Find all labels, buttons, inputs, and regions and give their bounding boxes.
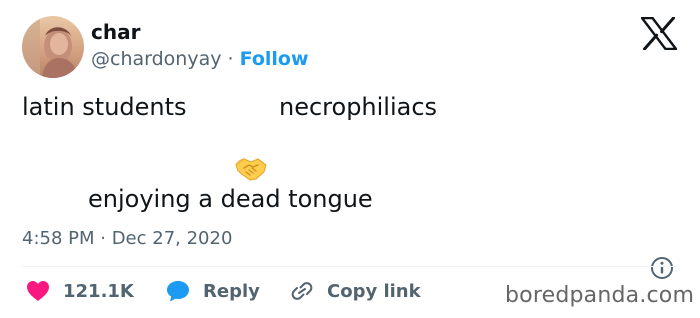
tweet-card: char @chardonyay · Follow latin students…	[0, 0, 700, 318]
link-icon	[291, 282, 313, 300]
tweet-timestamp[interactable]: 4:58 PM · Dec 27, 2020	[22, 228, 232, 250]
info-icon[interactable]	[650, 256, 674, 280]
copy-link-label: Copy link	[327, 280, 421, 302]
author-display-name[interactable]: char	[91, 20, 140, 44]
watermark-text: boredpanda.com	[505, 283, 695, 308]
handle-separator: ·	[227, 48, 234, 70]
right-label-text: necrophiliacs	[279, 93, 438, 121]
reply-button[interactable]: Reply	[166, 279, 260, 303]
caption-text: enjoying a dead tongue	[88, 185, 373, 213]
reply-label: Reply	[203, 280, 260, 302]
left-label-text: latin students	[22, 93, 187, 121]
author-handle-row: @chardonyay · Follow	[91, 47, 309, 71]
like-count: 121.1K	[63, 280, 134, 302]
avatar-image	[22, 16, 84, 78]
follow-button[interactable]: Follow	[240, 48, 309, 70]
divider	[22, 266, 678, 267]
like-button[interactable]: 121.1K	[26, 279, 134, 303]
author-handle[interactable]: @chardonyay	[91, 48, 221, 70]
avatar[interactable]	[22, 16, 84, 78]
x-logo-icon[interactable]	[640, 16, 678, 51]
heart-icon	[27, 281, 49, 301]
handshake-icon	[234, 156, 268, 182]
copy-link-button[interactable]: Copy link	[290, 279, 421, 303]
reply-bubble-icon	[167, 281, 189, 302]
